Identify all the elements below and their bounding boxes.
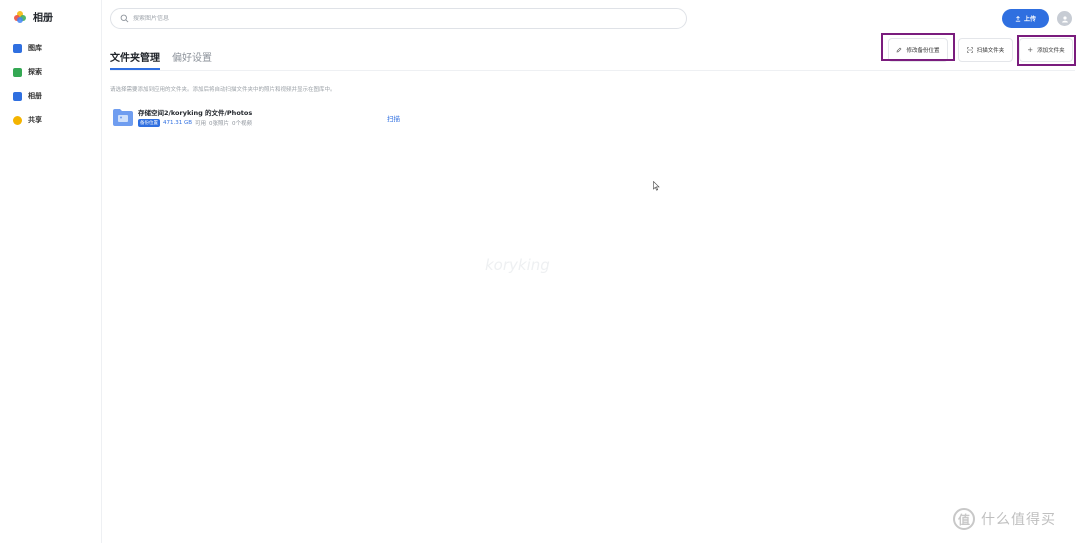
scan-folder-button[interactable]: 扫描文件夹 [958,38,1013,62]
folder-size: 471.31 GB [163,120,193,126]
backup-location-badge: 备份位置 [138,119,160,127]
avatar[interactable] [1057,11,1072,26]
sidebar: 相册 图库 探索 相册 共享 [0,0,102,543]
watermark: koryking [485,256,550,274]
user-icon [1061,15,1068,22]
explore-icon [13,67,22,77]
app-root: 相册 图库 探索 相册 共享 搜索图片信息 上传 文件夹管理 偏好设置 修改备份… [0,0,1080,543]
site-watermark: 值 什么值得买 [953,508,1056,530]
tab-folder-management[interactable]: 文件夹管理 [110,49,160,70]
sidebar-item-label: 共享 [28,116,42,124]
photos-logo-icon [14,10,26,23]
site-logo-icon: 值 [953,508,975,530]
sidebar-item-label: 探索 [28,68,42,76]
tab-preferences[interactable]: 偏好设置 [172,49,212,70]
folder-video-count: 0个视频 [232,121,253,127]
scan-folder-label: 扫描文件夹 [976,48,1005,54]
sidebar-item-share[interactable]: 共享 [13,108,42,132]
folder-photo-count: 0张照片 [209,121,230,127]
upload-label: 上传 [1023,16,1036,23]
scan-link[interactable]: 扫描 [387,113,400,123]
gallery-icon [13,43,22,53]
sidebar-item-label: 相册 [28,92,42,100]
upload-button[interactable]: 上传 [1002,9,1049,28]
tab-divider [110,70,1075,71]
folder-list-item: 存储空间2/koryking 的文件/Photos 备份位置 471.31 GB… [113,106,413,132]
app-title: 相册 [33,13,53,24]
brand: 相册 [13,9,53,24]
album-icon [13,91,22,101]
share-icon [13,115,22,125]
site-watermark-text: 什么值得买 [981,512,1056,528]
highlight-box-edit-backup [881,33,955,61]
search-bar[interactable] [110,8,687,29]
scan-icon [966,47,973,53]
sidebar-item-label: 图库 [28,44,42,52]
sidebar-item-gallery[interactable]: 图库 [13,36,42,60]
tab-bar: 文件夹管理 偏好设置 [110,49,212,70]
search-icon [120,14,129,23]
folder-meta: 备份位置 471.31 GB 可用 0张照片 0个视频 [138,119,252,127]
upload-icon [1015,15,1021,22]
folder-hint-text: 请选择需要添加到应用的文件夹。添加后将自动扫描文件夹中的照片和视频并显示在图库中… [110,87,336,93]
folder-path: 存储空间2/koryking 的文件/Photos [138,109,253,117]
sidebar-item-album[interactable]: 相册 [13,84,42,108]
search-input[interactable] [133,15,633,22]
folder-available: 可用 [195,121,207,127]
folder-icon [113,109,133,126]
sidebar-item-explore[interactable]: 探索 [13,60,42,84]
highlight-box-add-folder [1017,35,1076,66]
mouse-cursor-icon [653,181,660,191]
sidebar-nav: 图库 探索 相册 共享 [13,36,42,132]
